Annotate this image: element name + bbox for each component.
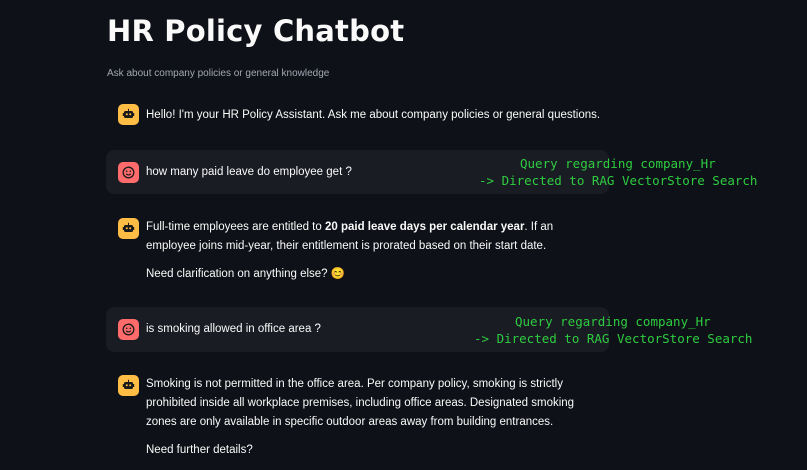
page-title: HR Policy Chatbot xyxy=(107,14,405,48)
chat-message-assistant: Smoking is not permitted in the office a… xyxy=(106,366,609,470)
message-text: Full-time employees are entitled to 20 p… xyxy=(146,221,554,280)
message-text: Smoking is not permitted in the office a… xyxy=(146,378,575,456)
smiley-face-icon xyxy=(118,162,139,183)
routing-annotation: Query regarding company_Hr xyxy=(520,156,716,171)
routing-annotation-detail: -> Directed to RAG VectorStore Search xyxy=(479,173,758,188)
robot-icon xyxy=(118,375,139,396)
bold-text: 20 paid leave days per calendar year xyxy=(324,221,525,233)
routing-annotation: Query regarding company_Hr xyxy=(515,314,711,329)
routing-annotation-detail: -> Directed to RAG VectorStore Search xyxy=(474,331,753,346)
smiley-face-icon xyxy=(118,319,139,340)
robot-icon xyxy=(118,104,139,125)
robot-icon xyxy=(118,218,139,239)
chat-message-assistant: Full-time employees are entitled to 20 p… xyxy=(106,208,609,288)
page-subtitle: Ask about company policies or general kn… xyxy=(107,68,330,79)
message-text: Hello! I'm your HR Policy Assistant. Ask… xyxy=(146,109,601,121)
chat-message-assistant: Hello! I'm your HR Policy Assistant. Ask… xyxy=(106,100,609,132)
